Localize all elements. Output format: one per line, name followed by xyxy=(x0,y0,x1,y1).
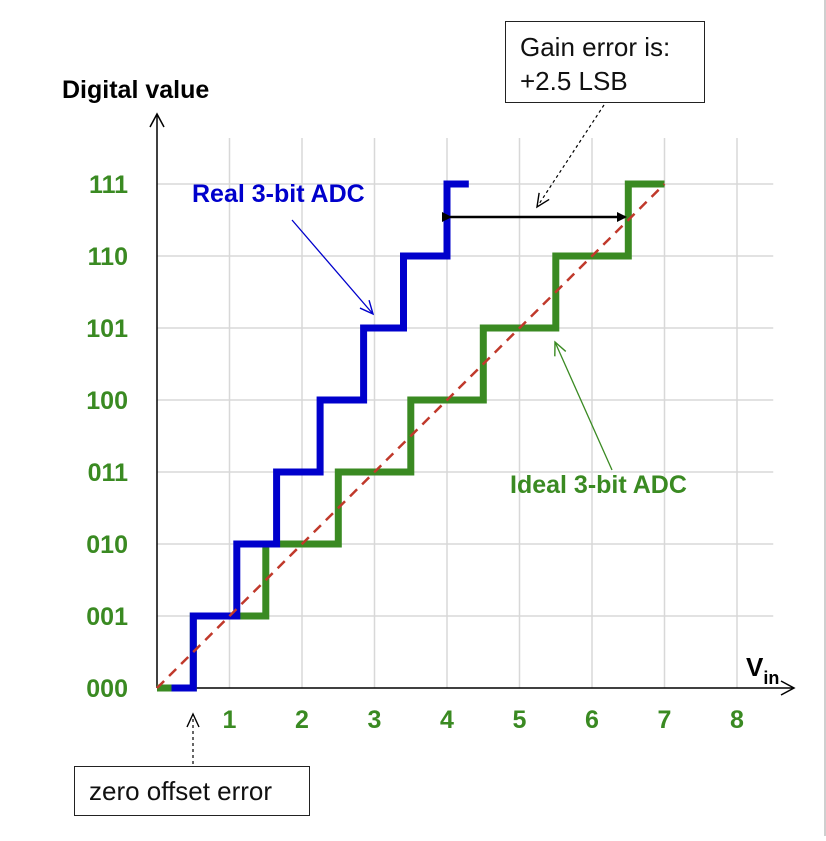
y-axis-title: Digital value xyxy=(62,76,209,104)
y-tick-label: 011 xyxy=(88,459,128,487)
y-tick-label: 001 xyxy=(86,603,128,631)
x-axis-title-sub: in xyxy=(763,668,779,688)
gain-error-line-2: +2.5 LSB xyxy=(520,66,628,96)
real-adc-pointer xyxy=(291,219,375,316)
x-tick-label: 6 xyxy=(585,706,599,734)
gain-error-line-1: Gain error is: xyxy=(520,32,671,62)
x-tick-label: 4 xyxy=(440,706,454,734)
y-tick-label: 100 xyxy=(86,387,128,415)
grid xyxy=(157,138,774,688)
real-adc-staircase xyxy=(171,180,469,692)
gain-error-pointer xyxy=(536,104,605,209)
x-tick-label: 3 xyxy=(368,706,382,734)
y-tick-label: 101 xyxy=(86,315,128,343)
y-tick-label: 110 xyxy=(88,243,128,271)
y-tick-label: 111 xyxy=(89,171,128,199)
y-tick-label: 010 xyxy=(86,531,128,559)
x-axis-title: Vin xyxy=(746,652,779,688)
adc-transfer-chart: 1 2 3 4 5 6 7 8 000 001 010 011 100 101 110 111 Digital… xyxy=(62,76,796,764)
x-tick-label: 2 xyxy=(295,706,309,734)
x-tick-label: 8 xyxy=(730,706,744,734)
real-adc-label: Real 3-bit ADC xyxy=(192,180,365,208)
ideal-adc-pointer xyxy=(554,340,613,471)
ideal-transfer-line xyxy=(156,183,666,689)
ideal-adc-label: Ideal 3-bit ADC xyxy=(510,471,687,499)
diagram: 1 2 3 4 5 6 7 8 000 001 010 011 100 101 110 111 Digital… xyxy=(0,0,826,836)
x-tick-label: 5 xyxy=(513,706,527,734)
x-tick-label: 7 xyxy=(658,706,672,734)
gain-error-callout: Gain error is: +2.5 LSB xyxy=(505,21,705,103)
series-group xyxy=(156,180,666,692)
zero-offset-callout: zero offset error xyxy=(74,766,310,816)
x-tick-label: 1 xyxy=(223,706,237,734)
y-tick-label: 000 xyxy=(86,675,128,703)
x-axis-title-main: V xyxy=(746,652,764,682)
